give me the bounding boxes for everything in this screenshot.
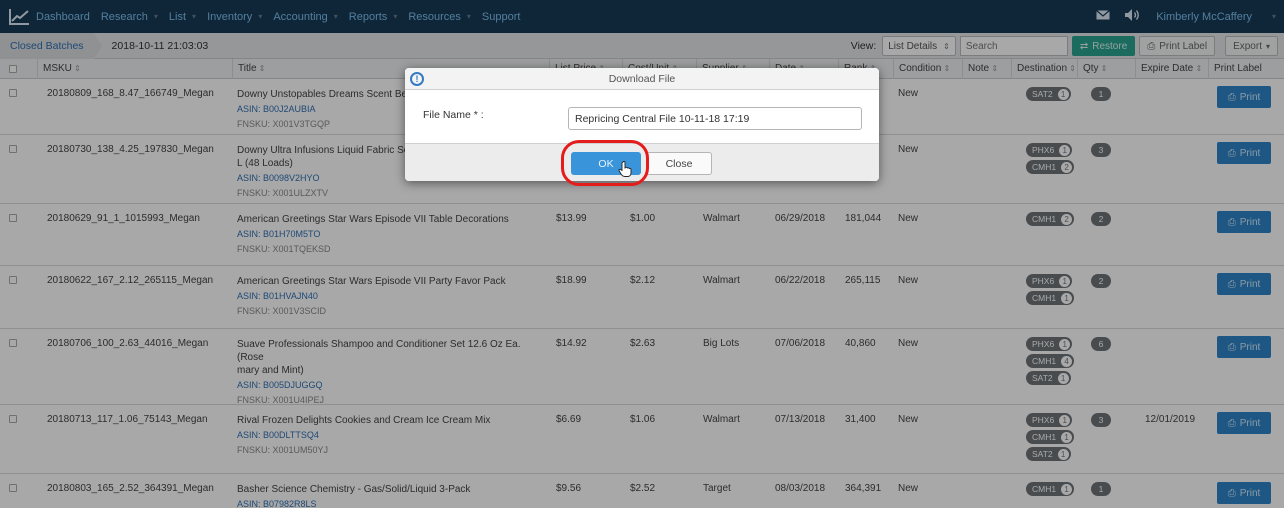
dialog-body: File Name * : Repricing Central File 10-… [405,90,879,143]
dialog-title: Download File [608,73,676,85]
dialog-header: ! Download File [405,68,879,90]
ok-button-highlight-ring [561,140,649,186]
file-name-label: File Name * : [423,109,484,121]
hand-cursor-icon [618,161,632,177]
close-button[interactable]: Close [646,152,712,175]
file-name-input[interactable]: Repricing Central File 10-11-18 17:19 [568,107,862,130]
